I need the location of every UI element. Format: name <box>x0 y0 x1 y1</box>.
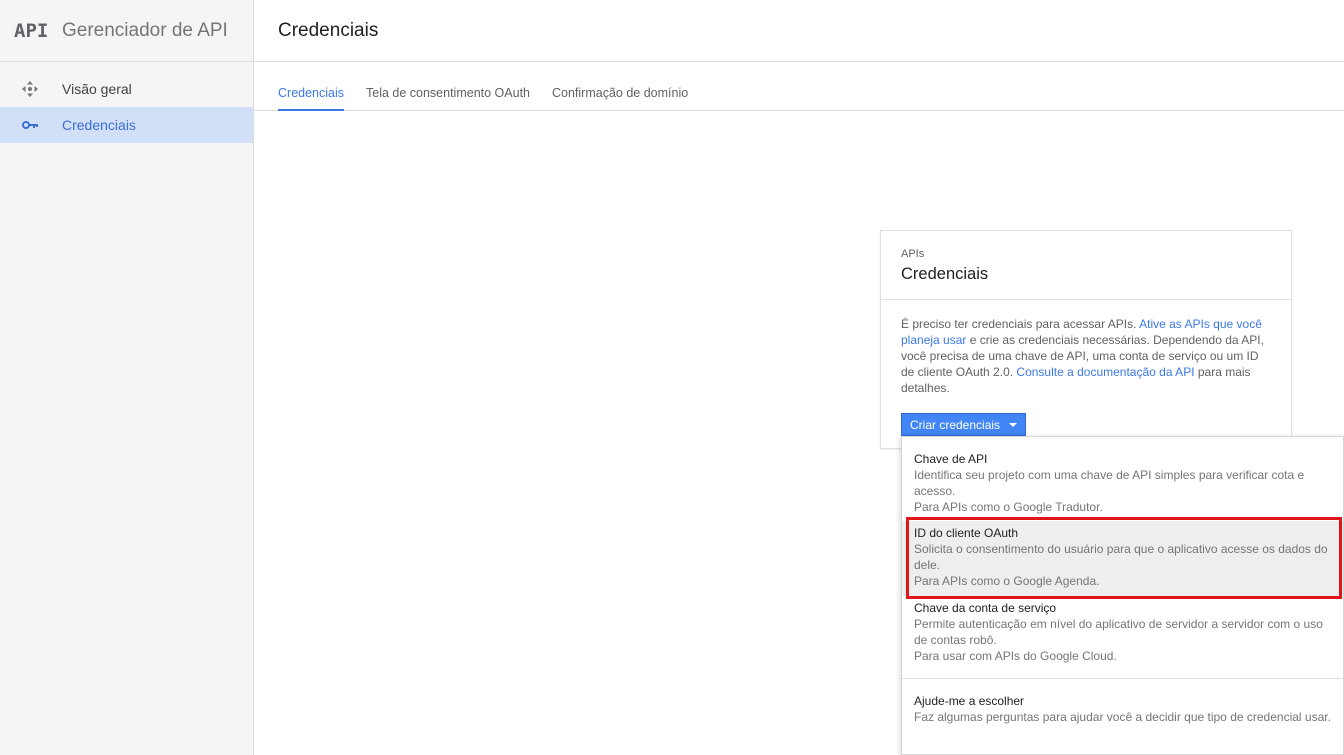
brand: API Gerenciador de API <box>0 0 253 62</box>
tab-bar: Credenciais Tela de consentimento OAuth … <box>254 62 1344 111</box>
menu-item-oauth-client-id[interactable]: ID do cliente OAuth Solicita o consentim… <box>902 521 1343 596</box>
tab-domain-verification[interactable]: Confirmação de domínio <box>552 86 688 111</box>
menu-item-example: Para APIs como o Google Tradutor. <box>914 500 1103 514</box>
move-arrows-icon <box>0 81 62 97</box>
key-icon <box>0 120 62 130</box>
menu-item-example: Para usar com APIs do Google Cloud. <box>914 649 1117 663</box>
menu-item-description: Solicita o consentimento do usuário para… <box>914 542 1328 572</box>
card-description: É preciso ter credenciais para acessar A… <box>881 300 1291 396</box>
create-credentials-menu: Chave de API Identifica seu projeto com … <box>901 436 1344 755</box>
menu-item-title: Ajude-me a escolher <box>914 694 1025 708</box>
sidebar-item-overview[interactable]: Visão geral <box>0 71 253 107</box>
sidebar-item-label: Credenciais <box>62 117 136 133</box>
menu-item-title: Chave de API <box>914 452 988 466</box>
menu-item-service-account-key[interactable]: Chave da conta de serviço Permite autent… <box>902 600 1343 668</box>
menu-item-description: Permite autenticação em nível do aplicat… <box>914 617 1323 647</box>
app-title[interactable]: Gerenciador de API <box>62 20 228 42</box>
menu-item-help-me-choose[interactable]: Ajude-me a escolher Faz algumas pergunta… <box>902 693 1343 743</box>
page-header: Credenciais <box>254 0 1344 62</box>
tab-oauth-consent-screen[interactable]: Tela de consentimento OAuth <box>366 86 530 111</box>
page-title: Credenciais <box>278 19 379 41</box>
sidebar-item-label: Visão geral <box>62 81 132 97</box>
api-logo: API <box>14 19 49 42</box>
menu-item-description: Faz algumas perguntas para ajudar você a… <box>914 710 1331 724</box>
card-subtitle: APIs <box>901 248 925 260</box>
menu-item-description: Identifica seu projeto com uma chave de … <box>914 468 1305 498</box>
menu-item-title: Chave da conta de serviço <box>914 601 1057 615</box>
api-docs-link[interactable]: Consulte a documentação da API <box>1016 365 1194 379</box>
sidebar: API Gerenciador de API Visão geral Crede… <box>0 0 254 755</box>
description-text: É preciso ter credenciais para acessar A… <box>901 317 1140 331</box>
create-credentials-button[interactable]: Criar credenciais <box>901 413 1026 436</box>
caret-down-icon <box>1009 422 1018 427</box>
card-header: APIs Credenciais <box>881 231 1291 300</box>
create-credentials-label: Criar credenciais <box>910 417 1001 432</box>
card-title: Credenciais <box>901 265 989 283</box>
menu-item-example: Para APIs como o Google Agenda. <box>914 574 1100 588</box>
menu-item-title: ID do cliente OAuth <box>914 526 1019 540</box>
sidebar-item-credentials[interactable]: Credenciais <box>0 107 253 143</box>
tab-credentials[interactable]: Credenciais <box>278 86 345 111</box>
credentials-card: APIs Credenciais É preciso ter credencia… <box>880 230 1292 449</box>
menu-divider <box>902 678 1343 679</box>
menu-item-api-key[interactable]: Chave de API Identifica seu projeto com … <box>902 451 1343 521</box>
